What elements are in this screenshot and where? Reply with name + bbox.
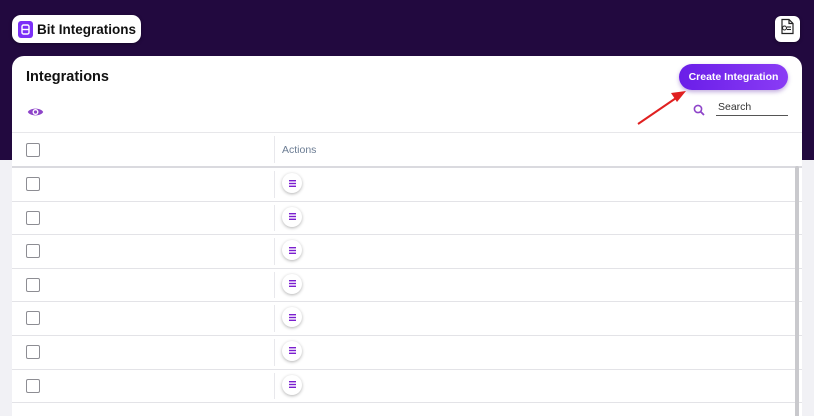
search-input[interactable]: [716, 99, 788, 116]
row-checkbox[interactable]: [26, 378, 40, 393]
create-integration-button[interactable]: Create Integration: [679, 64, 788, 90]
row-actions-button[interactable]: [282, 240, 302, 261]
document-icon: [779, 18, 796, 40]
search-icon: [693, 103, 705, 121]
menu-icon: [288, 179, 296, 187]
menu-icon: [288, 313, 296, 321]
menu-icon: [288, 347, 296, 355]
brand-badge[interactable]: Bit Integrations: [12, 15, 141, 43]
eye-icon[interactable]: [27, 105, 44, 123]
select-all-checkbox[interactable]: [26, 143, 40, 157]
row-actions-button[interactable]: [282, 374, 302, 395]
column-divider: [274, 271, 275, 299]
actions-column-header: Actions: [282, 144, 317, 156]
table-row: [12, 168, 802, 202]
table-row: [12, 269, 802, 303]
table-header: Actions: [12, 132, 802, 168]
documentation-button[interactable]: [775, 16, 800, 42]
row-checkbox[interactable]: [26, 177, 40, 191]
table-row: [12, 202, 802, 236]
table-row: [12, 235, 802, 269]
menu-icon: [288, 381, 296, 389]
row-checkbox[interactable]: [26, 277, 40, 292]
row-checkbox[interactable]: [26, 210, 40, 225]
column-divider: [274, 305, 275, 332]
table-row: [12, 302, 802, 336]
menu-icon: [288, 246, 296, 254]
integrations-table: Actions: [12, 132, 802, 404]
bit-integrations-logo-icon: [18, 20, 33, 38]
menu-icon: [288, 280, 296, 288]
column-divider: [274, 238, 275, 265]
table-body: [12, 168, 802, 404]
table-row: [12, 370, 802, 404]
table-row: [12, 336, 802, 370]
row-checkbox[interactable]: [26, 344, 40, 359]
column-divider: [274, 372, 275, 400]
row-actions-button[interactable]: [282, 273, 302, 294]
row-actions-button[interactable]: [282, 206, 302, 227]
page-title: Integrations: [26, 69, 109, 85]
table-scrollbar[interactable]: [795, 166, 799, 416]
menu-icon: [288, 213, 296, 221]
brand-name: Bit Integrations: [37, 21, 137, 37]
column-divider: [274, 338, 275, 366]
row-checkbox[interactable]: [26, 244, 40, 259]
column-divider: [274, 171, 275, 198]
row-actions-button[interactable]: [282, 340, 302, 361]
column-divider: [274, 204, 275, 232]
row-checkbox[interactable]: [26, 311, 40, 326]
row-actions-button[interactable]: [282, 307, 302, 328]
column-divider: [274, 136, 275, 163]
integrations-card: Integrations Create Integration Actions: [12, 56, 802, 416]
row-actions-button[interactable]: [282, 173, 302, 193]
